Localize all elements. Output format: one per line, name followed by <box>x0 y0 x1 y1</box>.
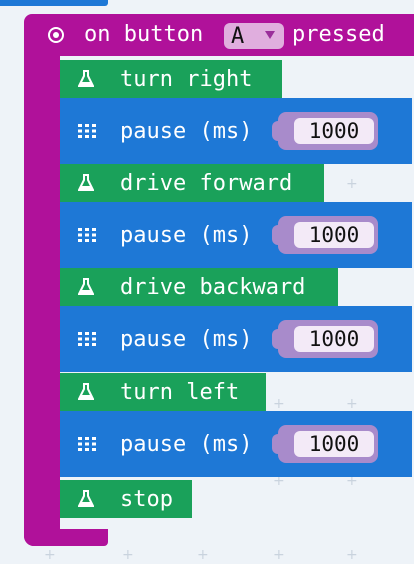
button-dropdown[interactable]: A <box>224 23 284 49</box>
number-input-pill: 1000 <box>272 425 378 463</box>
target-icon <box>48 27 64 43</box>
pill-connector <box>272 329 282 349</box>
grid-icon <box>78 124 96 138</box>
event-prefix-label: on button <box>84 22 204 47</box>
block-label: drive backward <box>120 274 306 300</box>
number-input-pill: 1000 <box>272 216 378 254</box>
stop-block[interactable]: stop <box>60 480 192 518</box>
pause-ms-input[interactable]: 1000 <box>294 222 374 248</box>
pause-block[interactable]: pause (ms) 1000 <box>60 306 412 372</box>
event-suffix-label: pressed <box>292 22 385 47</box>
pause-ms-input[interactable]: 1000 <box>294 326 374 352</box>
flask-icon <box>78 174 94 192</box>
grid-marker: + <box>346 547 358 563</box>
flask-icon <box>78 70 94 88</box>
event-block-foot <box>24 529 108 546</box>
pill-connector <box>272 121 282 141</box>
block-label: turn left <box>120 379 240 405</box>
grid-icon <box>78 332 96 346</box>
workspace-top-block-edge <box>0 0 108 6</box>
pause-block[interactable]: pause (ms) 1000 <box>60 411 412 477</box>
number-input-pill: 1000 <box>272 112 378 150</box>
event-block-body <box>24 56 60 546</box>
grid-marker: + <box>197 547 209 563</box>
block-label: pause (ms) <box>120 326 253 352</box>
flask-icon <box>78 383 94 401</box>
drive-forward-block[interactable]: drive forward <box>60 164 324 202</box>
grid-icon <box>78 437 96 451</box>
block-label: pause (ms) <box>120 118 253 144</box>
pause-ms-input[interactable]: 1000 <box>294 118 374 144</box>
grid-icon <box>78 228 96 242</box>
flask-icon <box>78 490 94 508</box>
drive-backward-block[interactable]: drive backward <box>60 268 338 306</box>
turn-left-block[interactable]: turn left <box>60 373 266 411</box>
number-input-pill: 1000 <box>272 320 378 358</box>
on-button-pressed-block[interactable]: on button A pressed turn right pause (ms… <box>24 14 414 548</box>
grid-marker: + <box>44 547 56 563</box>
button-dropdown-value: A <box>231 23 245 49</box>
turn-right-block[interactable]: turn right <box>60 60 282 98</box>
pause-ms-input[interactable]: 1000 <box>294 431 374 457</box>
pause-block[interactable]: pause (ms) 1000 <box>60 202 412 268</box>
grid-marker: + <box>273 547 285 563</box>
pill-connector <box>272 434 282 454</box>
block-label: stop <box>120 486 173 512</box>
block-label: pause (ms) <box>120 431 253 457</box>
pause-block[interactable]: pause (ms) 1000 <box>60 98 412 164</box>
caret-down-icon <box>265 31 275 39</box>
pill-connector <box>272 225 282 245</box>
event-block-header[interactable]: on button A pressed <box>24 14 414 56</box>
flask-icon <box>78 278 94 296</box>
block-label: pause (ms) <box>120 222 253 248</box>
grid-marker: + <box>122 547 134 563</box>
block-label: drive forward <box>120 170 293 196</box>
block-label: turn right <box>120 66 253 92</box>
